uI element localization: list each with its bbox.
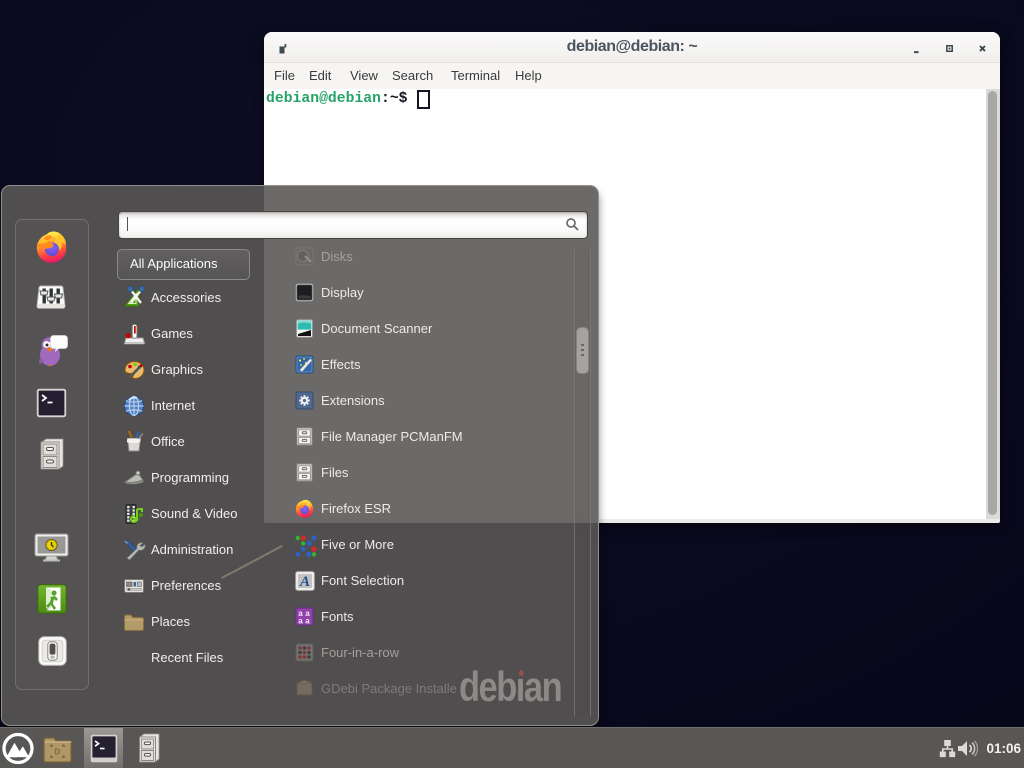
svg-text:A: A <box>299 574 310 590</box>
svg-text:a: a <box>305 617 310 626</box>
svg-text:a: a <box>298 617 303 626</box>
svg-text:D: D <box>55 748 61 757</box>
